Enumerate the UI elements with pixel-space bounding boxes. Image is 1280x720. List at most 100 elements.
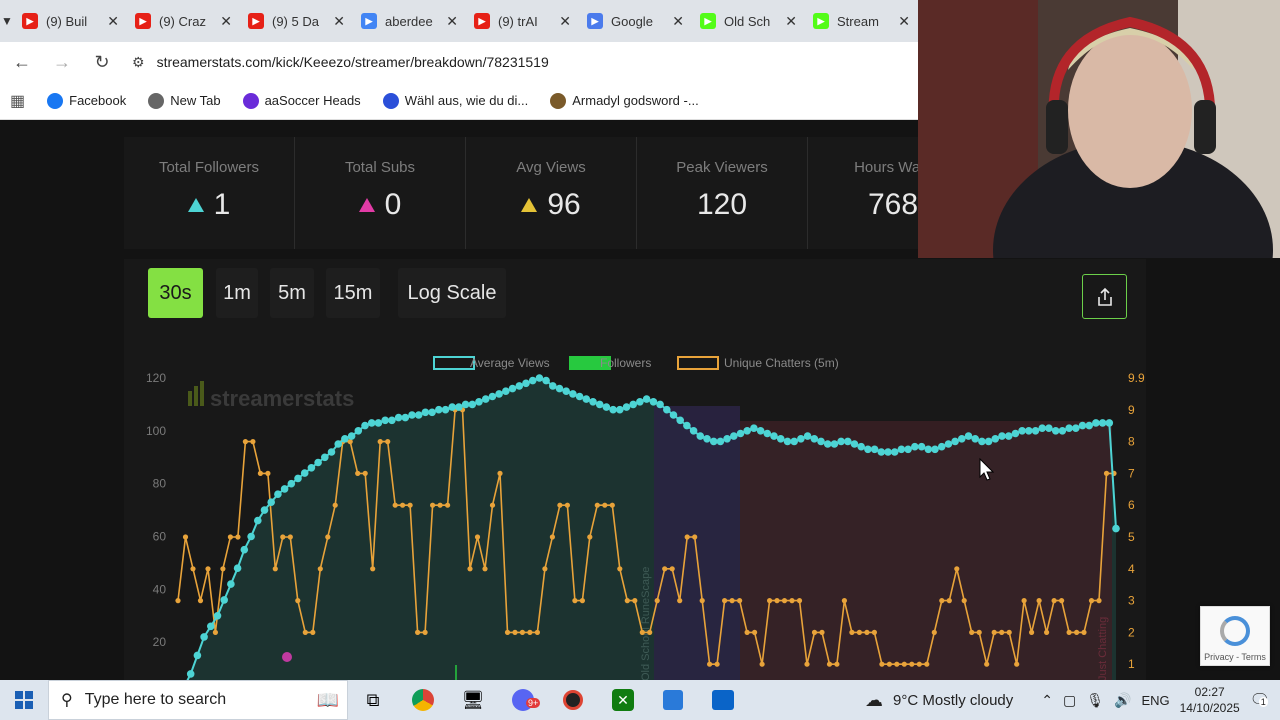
- tab-search-button[interactable]: ▼: [0, 0, 14, 42]
- unique-chatters-point: [714, 661, 720, 667]
- average-views-point: [414, 411, 423, 419]
- average-views-point: [616, 405, 624, 414]
- bookmark-item[interactable]: Facebook: [47, 92, 126, 109]
- unique-chatters-point: [692, 534, 698, 540]
- weather-text[interactable]: 9°C Mostly cloudy: [893, 692, 1013, 709]
- tab-title: (9) trAI: [498, 13, 538, 29]
- chevron-up-icon[interactable]: ⌃: [1041, 692, 1053, 709]
- unique-chatters-point: [1014, 661, 1020, 667]
- bookmark-item[interactable]: New Tab: [148, 92, 221, 109]
- file-explorer-icon[interactable]: 🖥: [448, 680, 498, 720]
- average-views-point: [1112, 524, 1120, 533]
- close-icon[interactable]: ✕: [220, 13, 232, 30]
- average-views-point: [213, 612, 222, 620]
- windows-start-button[interactable]: [0, 680, 48, 720]
- task-view-icon[interactable]: ⧉: [348, 680, 398, 720]
- close-icon[interactable]: ✕: [785, 13, 797, 30]
- browser-tab[interactable]: ▶ (9) Craz ✕: [127, 0, 240, 42]
- microphone-icon[interactable]: 🎙: [1086, 692, 1104, 709]
- legend-swatch: [677, 356, 719, 370]
- unique-chatters-point: [811, 629, 818, 635]
- close-icon[interactable]: ✕: [107, 13, 119, 30]
- unique-chatters-point: [512, 629, 518, 635]
- y-axis-tick-label: 20: [153, 635, 167, 649]
- bookmark-item[interactable]: aaSoccer Heads: [242, 92, 361, 109]
- tab-title: (9) 5 Da: [272, 13, 319, 29]
- weather-icon[interactable]: ☁: [865, 690, 883, 711]
- unique-chatters-point: [752, 629, 758, 635]
- unique-chatters-point: [197, 598, 204, 604]
- average-views-point: [964, 432, 973, 440]
- average-views-point: [696, 432, 705, 440]
- browser-tab[interactable]: ▶ (9) 5 Da ✕: [240, 0, 353, 42]
- outlook-icon[interactable]: [698, 680, 748, 720]
- unique-chatters-point: [796, 598, 803, 604]
- unique-chatters-point: [789, 598, 795, 604]
- average-views-point: [676, 416, 684, 425]
- volume-icon[interactable]: 🔊: [1114, 692, 1131, 709]
- average-views-point: [314, 458, 322, 467]
- average-views-point: [254, 516, 262, 525]
- snipping-tool-icon[interactable]: [648, 680, 698, 720]
- unique-chatters-point: [924, 661, 930, 667]
- average-views-point: [508, 384, 517, 393]
- apps-grid-icon[interactable]: ▦: [10, 91, 25, 111]
- bookmark-item[interactable]: Armadyl godsword -...: [550, 92, 699, 109]
- average-views-point: [240, 545, 249, 554]
- clock[interactable]: 02:27 14/10/2025: [1180, 684, 1240, 716]
- language-indicator[interactable]: ENG: [1141, 693, 1169, 708]
- taskbar-search-box[interactable]: ⚲ Type here to search 📖: [48, 680, 348, 720]
- unique-chatters-point: [272, 566, 278, 572]
- average-views-point: [911, 442, 919, 451]
- average-views-point: [1072, 424, 1080, 433]
- unique-chatters-point: [1066, 629, 1072, 635]
- discord-icon[interactable]: 9+: [498, 680, 548, 720]
- reload-icon[interactable]: ↻: [84, 44, 120, 80]
- browser-tab[interactable]: ▶ (9) Buil ✕: [14, 0, 127, 42]
- unique-chatters-point: [497, 470, 503, 476]
- average-views-point: [435, 405, 443, 414]
- bookmark-item[interactable]: Wähl aus, wie du di...: [382, 92, 528, 109]
- average-views-point: [367, 419, 376, 427]
- unique-chatters-point: [819, 629, 825, 635]
- site-info-icon[interactable]: ⚙: [132, 54, 145, 71]
- chrome-icon[interactable]: [398, 680, 448, 720]
- bookmark-favicon-icon: [47, 92, 64, 109]
- average-views-point: [924, 445, 933, 454]
- unique-chatters-point: [242, 439, 248, 445]
- browser-tab[interactable]: ▶ Stream ✕: [805, 0, 918, 42]
- close-icon[interactable]: ✕: [898, 13, 910, 30]
- browser-tab[interactable]: ▶ Google ✕: [579, 0, 692, 42]
- forward-icon[interactable]: →: [44, 44, 80, 80]
- average-views-point: [642, 395, 651, 403]
- back-icon[interactable]: ←: [4, 44, 40, 80]
- xbox-icon[interactable]: ✕: [598, 680, 648, 720]
- close-icon[interactable]: ✕: [559, 13, 571, 30]
- average-views-point: [602, 403, 611, 411]
- recorder-icon[interactable]: [548, 680, 598, 720]
- average-views-point: [220, 596, 228, 604]
- search-highlight-icon: 📖: [316, 689, 339, 710]
- average-views-point: [193, 651, 202, 660]
- address-bar[interactable]: ⚙ streamerstats.com/kick/Keeezo/streamer…: [128, 45, 918, 79]
- meet-now-icon[interactable]: ▢: [1063, 692, 1076, 709]
- recaptcha-links[interactable]: Privacy - Terms: [1204, 652, 1266, 662]
- windows-logo-icon: [15, 691, 33, 709]
- close-icon[interactable]: ✕: [446, 13, 458, 30]
- close-icon[interactable]: ✕: [672, 13, 684, 30]
- browser-tab[interactable]: ▶ (9) trAI ✕: [466, 0, 579, 42]
- notification-icon[interactable]: 🗨 1: [1250, 690, 1270, 710]
- average-views-point: [1098, 419, 1107, 427]
- recaptcha-badge[interactable]: Privacy - Terms: [1200, 606, 1270, 666]
- unique-chatters-point: [654, 598, 660, 604]
- close-icon[interactable]: ✕: [333, 13, 345, 30]
- unique-chatters-point: [744, 629, 750, 635]
- browser-tab[interactable]: ▶ aberdee ✕: [353, 0, 466, 42]
- clock-date: 14/10/2025: [1179, 701, 1240, 715]
- unique-chatters-point: [931, 629, 937, 635]
- average-views-point: [629, 400, 637, 409]
- average-views-point: [683, 421, 691, 430]
- browser-toolbar: ← → ↻ ⚙ streamerstats.com/kick/Keeezo/st…: [0, 42, 918, 82]
- average-views-point: [656, 400, 664, 409]
- browser-tab[interactable]: ▶ Old Sch ✕: [692, 0, 805, 42]
